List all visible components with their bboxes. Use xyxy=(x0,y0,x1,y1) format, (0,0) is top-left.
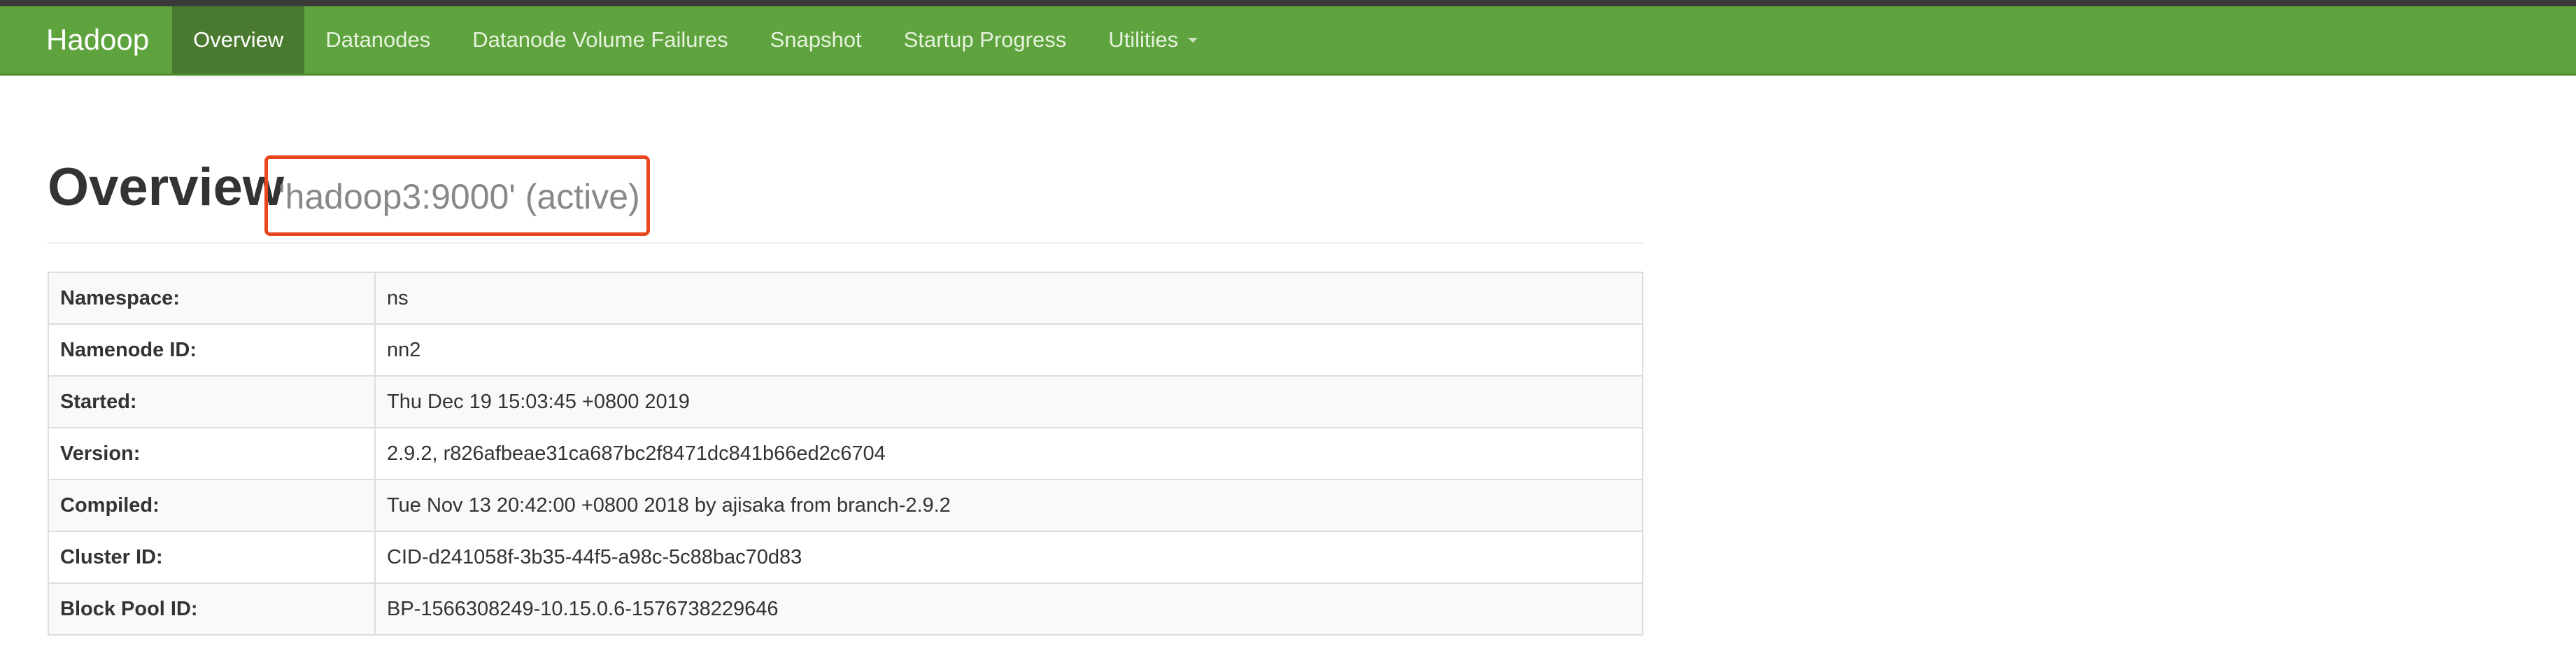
page-header: Overview 'hadoop3:9000' (active) xyxy=(48,147,1643,244)
namenode-address-subtitle: 'hadoop3:9000' (active) xyxy=(278,177,640,216)
row-value: 2.9.2, r826afbeae31ca687bc2f8471dc841b66… xyxy=(374,427,1643,480)
row-label: Cluster ID: xyxy=(48,531,376,584)
caret-down-icon xyxy=(1188,37,1198,43)
table-row: Compiled: Tue Nov 13 20:42:00 +0800 2018… xyxy=(48,479,1643,532)
nav-utilities-label: Utilities xyxy=(1108,27,1179,52)
nav-snapshot[interactable]: Snapshot xyxy=(749,6,883,74)
row-value: nn2 xyxy=(374,323,1643,377)
overview-table: Namespace: ns Namenode ID: nn2 Started: … xyxy=(48,272,1643,636)
table-row: Version: 2.9.2, r826afbeae31ca687bc2f847… xyxy=(48,427,1643,480)
row-value: Tue Nov 13 20:42:00 +0800 2018 by ajisak… xyxy=(374,479,1643,532)
table-row: Started: Thu Dec 19 15:03:45 +0800 2019 xyxy=(48,375,1643,428)
row-value: Thu Dec 19 15:03:45 +0800 2019 xyxy=(374,375,1643,428)
window-top-border xyxy=(0,0,2576,6)
page-title: Overview xyxy=(48,158,284,217)
nav-startup-progress[interactable]: Startup Progress xyxy=(883,6,1088,74)
navbar: Hadoop Overview Datanodes Datanode Volum… xyxy=(0,6,2576,76)
row-label: Namenode ID: xyxy=(48,323,376,377)
nav-datanode-volume-failures[interactable]: Datanode Volume Failures xyxy=(451,6,749,74)
nav-utilities-dropdown[interactable]: Utilities xyxy=(1087,6,1219,74)
nav-datanodes[interactable]: Datanodes xyxy=(304,6,451,74)
row-label: Started: xyxy=(48,375,376,428)
row-value: CID-d241058f-3b35-44f5-a98c-5c88bac70d83 xyxy=(374,531,1643,584)
table-row: Namenode ID: nn2 xyxy=(48,323,1643,377)
nav-overview[interactable]: Overview xyxy=(172,6,305,74)
table-row: Block Pool ID: BP-1566308249-10.15.0.6-1… xyxy=(48,582,1643,636)
row-label: Block Pool ID: xyxy=(48,582,376,636)
row-label: Compiled: xyxy=(48,479,376,532)
brand-link[interactable]: Hadoop xyxy=(0,6,172,74)
table-row: Cluster ID: CID-d241058f-3b35-44f5-a98c-… xyxy=(48,531,1643,584)
row-label: Namespace: xyxy=(48,272,376,325)
row-value: ns xyxy=(374,272,1643,325)
row-value: BP-1566308249-10.15.0.6-1576738229646 xyxy=(374,582,1643,636)
row-label: Version: xyxy=(48,427,376,480)
table-row: Namespace: ns xyxy=(48,272,1643,325)
